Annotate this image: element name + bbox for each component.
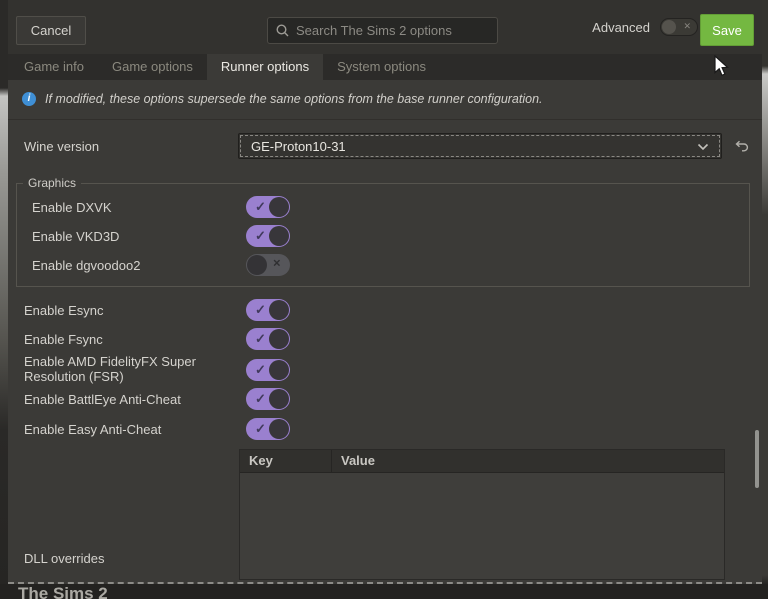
dll-overrides-table-header: Key Value: [240, 450, 724, 473]
option-label-battleye: Enable BattlEye Anti-Cheat: [24, 392, 181, 407]
background-window-edge-left: [0, 0, 8, 584]
check-icon: ✓: [255, 332, 266, 345]
undo-icon: [735, 140, 749, 152]
divider: [8, 119, 762, 120]
toggle-knob: [269, 300, 289, 320]
option-label-easy-anticheat: Enable Easy Anti-Cheat: [24, 422, 161, 437]
scrollbar-thumb[interactable]: [755, 430, 759, 488]
toggle-vkd3d[interactable]: ✓: [246, 225, 290, 247]
toggle-dgvoodoo2[interactable]: ✕: [246, 254, 290, 276]
info-banner-text: If modified, these options supersede the…: [45, 92, 543, 106]
x-icon: ✕: [273, 260, 281, 270]
toggle-knob: [269, 226, 289, 246]
toggle-knob: [247, 255, 267, 275]
search-field[interactable]: Search The Sims 2 options: [267, 17, 498, 44]
toggle-esync[interactable]: ✓: [246, 299, 290, 321]
column-header-key[interactable]: Key: [240, 450, 331, 472]
dialog-header: Cancel Search The Sims 2 options Advance…: [8, 0, 762, 54]
graphics-group-title: Graphics: [23, 176, 81, 190]
toggle-knob: [269, 329, 289, 349]
screen: The Sims 2 Cancel Search The Sims 2 opti…: [0, 0, 768, 599]
option-label-dgvoodoo2: Enable dgvoodoo2: [32, 258, 140, 273]
toggle-battleye[interactable]: ✓: [246, 388, 290, 410]
background-game-title: The Sims 2: [18, 584, 108, 599]
info-icon: i: [22, 92, 36, 106]
background-window-edge-right: [762, 0, 768, 584]
wine-version-dropdown[interactable]: GE-Proton10-31: [238, 133, 722, 159]
toggle-knob: [269, 197, 289, 217]
advanced-group: Advanced ✕: [563, 0, 698, 54]
toggle-easy-anticheat[interactable]: ✓: [246, 418, 290, 440]
cancel-button[interactable]: Cancel: [16, 16, 86, 45]
check-icon: ✓: [255, 392, 266, 405]
search-icon: [276, 24, 289, 37]
option-label-vkd3d: Enable VKD3D: [32, 229, 119, 244]
toggle-knob: [269, 360, 289, 380]
check-icon: ✓: [255, 303, 266, 316]
tab-bar: Game info Game options Runner options Sy…: [8, 54, 762, 80]
wine-version-label: Wine version: [24, 139, 99, 154]
dll-overrides-table[interactable]: Key Value: [239, 449, 725, 580]
reset-wine-version-button[interactable]: [730, 134, 754, 158]
tab-runner-options[interactable]: Runner options: [207, 54, 323, 80]
tab-game-options[interactable]: Game options: [98, 54, 207, 80]
option-label-fsync: Enable Fsync: [24, 332, 103, 347]
x-icon: ✕: [683, 22, 691, 31]
wine-version-value: GE-Proton10-31: [251, 139, 346, 154]
tab-game-info[interactable]: Game info: [10, 54, 98, 80]
tab-system-options[interactable]: System options: [323, 54, 440, 80]
advanced-toggle[interactable]: ✕: [660, 18, 698, 36]
toggle-fsync[interactable]: ✓: [246, 328, 290, 350]
check-icon: ✓: [255, 200, 266, 213]
advanced-label: Advanced: [592, 20, 650, 35]
game-config-dialog: Cancel Search The Sims 2 options Advance…: [8, 0, 762, 584]
background-window: The Sims 2: [0, 584, 768, 599]
toggle-knob: [269, 389, 289, 409]
check-icon: ✓: [255, 229, 266, 242]
toggle-knob: [269, 419, 289, 439]
toggle-dxvk[interactable]: ✓: [246, 196, 290, 218]
toggle-knob: [662, 20, 676, 34]
check-icon: ✓: [255, 363, 266, 376]
search-placeholder: Search The Sims 2 options: [296, 23, 452, 38]
save-button[interactable]: Save: [700, 14, 754, 46]
chevron-down-icon: [697, 139, 709, 154]
option-label-fsr: Enable AMD FidelityFX Super Resolution (…: [24, 354, 208, 384]
option-label-dxvk: Enable DXVK: [32, 200, 112, 215]
option-label-esync: Enable Esync: [24, 303, 104, 318]
column-header-value[interactable]: Value: [331, 450, 724, 472]
check-icon: ✓: [255, 422, 266, 435]
toggle-fsr[interactable]: ✓: [246, 359, 290, 381]
dll-overrides-label: DLL overrides: [24, 551, 104, 566]
